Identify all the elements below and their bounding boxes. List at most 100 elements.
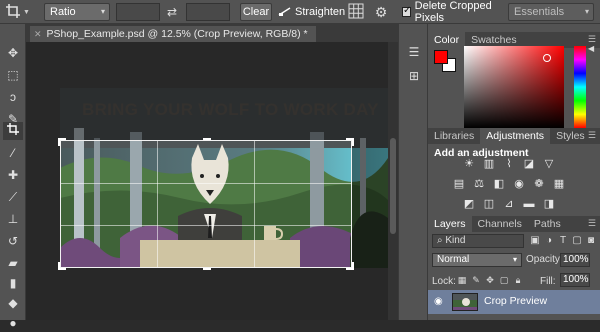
marquee-tool-icon[interactable]: ⬚ [3,66,23,84]
blend-mode-value: Normal [437,254,470,265]
clear-button[interactable]: Clear [240,3,272,21]
tab-adjustments[interactable]: Adjustments [480,128,551,144]
tab-color[interactable]: Color [428,32,466,48]
crop-grid-line [61,225,351,226]
straighten-button[interactable]: Straighten [278,3,345,21]
history-icon[interactable]: ☰ [406,44,422,60]
fill-field[interactable]: 100% [560,273,590,287]
invert-icon[interactable]: ◩ [462,198,476,210]
straighten-label: Straighten [295,6,346,18]
delete-cropped-pixels-option[interactable]: Delete Cropped Pixels [402,0,506,24]
crop-handle-top[interactable] [203,138,211,146]
color-lookup-icon[interactable]: ▦ [552,178,566,190]
eraser-tool-icon[interactable]: ▰ [3,254,23,272]
clone-stamp-tool-icon[interactable]: ⊥ [3,210,23,228]
tab-libraries[interactable]: Libraries [428,128,480,144]
posterize-icon[interactable]: ◫ [482,198,496,210]
document-tab[interactable]: ✕ PShop_Example.psd @ 12.5% (Crop Previe… [30,26,316,42]
properties-icon[interactable]: ⊞ [406,68,422,84]
lock-all-icon[interactable]: 🔒︎ [512,274,524,287]
kind-filter-value: Kind [445,235,466,246]
hue-saturation-icon[interactable]: ▤ [452,178,466,190]
tab-paths[interactable]: Paths [528,216,567,232]
levels-icon[interactable]: ▥ [482,158,496,170]
layers-panel-tabs: Layers Channels Paths ☰ [428,216,600,232]
ratio-select[interactable]: Ratio ▾ [44,3,110,21]
close-icon[interactable]: ✕ [34,26,42,42]
channel-mixer-icon[interactable]: ❁ [532,178,546,190]
photo-filter-icon[interactable]: ◉ [512,178,526,190]
gradient-map-icon[interactable]: ▬ [522,198,536,210]
tab-channels[interactable]: Channels [472,216,528,232]
crop-handle-bottom-right[interactable] [346,262,354,270]
blend-mode-select[interactable]: Normal ▾ [432,253,522,267]
crop-grid-line [254,141,255,267]
lock-artboard-icon[interactable]: ▢ [498,274,510,287]
hue-slider[interactable] [574,46,586,128]
workspace-select[interactable]: Essentials ▾ [508,3,594,21]
eyedropper-tool-icon[interactable]: ⁄ [3,144,23,162]
color-picker-marker[interactable] [543,54,551,62]
move-tool-icon[interactable]: ✥ [3,44,23,62]
threshold-icon[interactable]: ⊿ [502,198,516,210]
adjustment-filter-icon[interactable]: ◑ [542,234,556,248]
tool-preset-picker[interactable]: ▼ [2,3,36,21]
healing-brush-tool-icon[interactable]: ✚ [3,166,23,184]
swap-dimensions-icon[interactable]: ⇄ [164,3,180,21]
crop-tool-icon[interactable] [3,122,23,140]
vertical-scrollbar[interactable] [388,42,398,320]
delete-cropped-checkbox[interactable] [402,5,411,17]
curves-icon[interactable]: ⌇ [502,158,516,170]
history-brush-tool-icon[interactable]: ↺ [3,232,23,250]
visibility-eye-icon[interactable]: ◉ [434,296,446,308]
crop-handle-top-left[interactable] [58,138,66,146]
shape-filter-icon[interactable]: ▢ [570,234,584,248]
black-white-icon[interactable]: ◧ [492,178,506,190]
lock-label: Lock: [432,276,456,287]
lock-transparent-icon[interactable]: ▦ [456,274,468,287]
straighten-icon [278,5,292,20]
type-filter-icon[interactable]: T [556,234,570,248]
ratio-select-value: Ratio [50,6,76,18]
tools-panel: ✥ ⬚ ↄ ✎ ⁄ ✚ ⟋ ⊥ ↺ ▰ ▮ ◆ ● [0,24,26,330]
crop-grid-line [157,141,158,267]
crop-handle-top-right[interactable] [346,138,354,146]
crop-width-field[interactable] [116,3,160,21]
fill-label: Fill: [540,276,556,287]
crop-tool-icon [6,3,20,21]
foreground-color-swatch[interactable] [434,50,448,64]
layer-row[interactable]: ◉ Crop Preview [428,290,600,314]
vibrance-icon[interactable]: ▽ [542,158,556,170]
layer-kind-filter[interactable]: ⌕ Kind [432,234,524,248]
right-panels: Color Swatches ☰ ◀ Libraries Adjustments… [428,24,600,320]
gradient-tool-icon[interactable]: ▮ [3,274,23,292]
lock-image-icon[interactable]: ✎ [470,274,482,287]
grid-overlay-icon[interactable] [348,3,366,21]
tab-layers[interactable]: Layers [428,216,472,232]
opacity-field[interactable]: 100% [560,253,590,267]
pixel-filter-icon[interactable]: ▣ [528,234,542,248]
crop-handle-bottom-left[interactable] [58,262,66,270]
brush-tool-icon[interactable]: ⟋ [3,188,23,206]
crop-shield-right [352,140,388,268]
color-balance-icon[interactable]: ⚖ [472,178,486,190]
crop-box[interactable] [58,138,354,270]
brightness-contrast-icon[interactable]: ☀ [462,158,476,170]
exposure-icon[interactable]: ◪ [522,158,536,170]
smart-object-filter-icon[interactable]: ◙ [584,234,598,248]
dodge-tool-icon[interactable]: ● [3,314,23,332]
tab-styles[interactable]: Styles [550,128,591,144]
blur-tool-icon[interactable]: ◆ [3,294,23,312]
lasso-tool-icon[interactable]: ↄ [3,88,23,106]
crop-height-field[interactable] [186,3,230,21]
selective-color-icon[interactable]: ◨ [542,198,556,210]
panel-menu-icon[interactable]: ☰ [588,130,596,141]
document-tab-bar: ✕ PShop_Example.psd @ 12.5% (Crop Previe… [26,24,398,42]
lock-position-icon[interactable]: ✥ [484,274,496,287]
crop-handle-bottom[interactable] [203,262,211,270]
scrollbar-thumb[interactable] [390,138,396,234]
panel-menu-icon[interactable]: ☰ [588,218,596,229]
gear-icon[interactable]: ⚙ [372,3,390,21]
chevron-down-icon: ▾ [100,7,105,16]
hue-slider-arrow[interactable]: ◀ [588,44,594,53]
